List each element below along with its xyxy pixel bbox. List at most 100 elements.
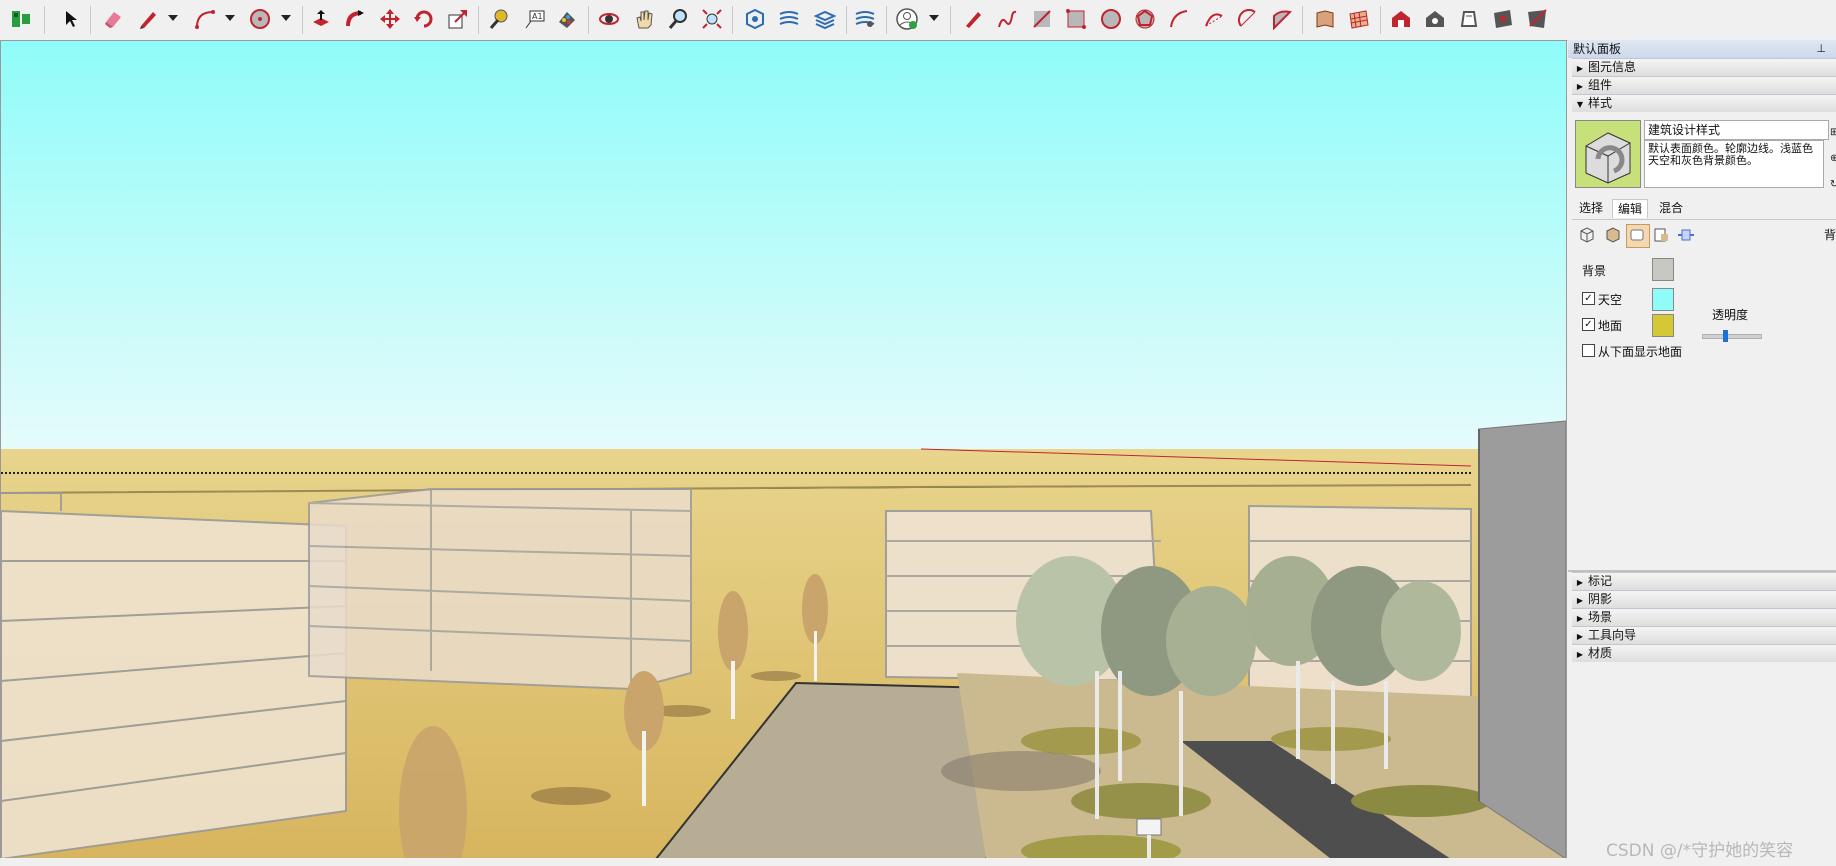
tray-shadows[interactable]: ▶ 阴影 bbox=[1572, 590, 1836, 608]
ground-label: 地面 bbox=[1598, 319, 1623, 333]
expand-arrow-icon: ▶ bbox=[1576, 596, 1584, 605]
building-mid-left bbox=[308, 488, 692, 691]
pushpull-icon[interactable] bbox=[308, 6, 334, 32]
model-viewport[interactable] bbox=[0, 40, 1567, 860]
tray-styles[interactable]: ▼ 样式 bbox=[1572, 94, 1836, 112]
pencil-dropdown-icon[interactable] bbox=[168, 15, 178, 21]
scale-icon[interactable] bbox=[445, 6, 471, 32]
tray-components[interactable]: ▶ 组件 bbox=[1572, 76, 1836, 94]
pin-icon[interactable]: ⊥ bbox=[1816, 40, 1826, 58]
tray-label: 样式 bbox=[1588, 96, 1613, 110]
tape-icon[interactable] bbox=[486, 6, 512, 32]
component-icon[interactable] bbox=[8, 6, 34, 32]
sky-color-swatch[interactable] bbox=[1652, 288, 1674, 311]
bottom-trays: ▶ 标记 ▶ 阴影 ▶ 场景 ▶ 工具向导 ▶ 材质 bbox=[1568, 570, 1836, 662]
tray-label: 组件 bbox=[1588, 78, 1613, 92]
show-ground-below-checkbox[interactable] bbox=[1582, 344, 1595, 357]
sandbox-settings-icon[interactable] bbox=[852, 6, 878, 32]
rotated-rectangle-icon[interactable] bbox=[1063, 6, 1089, 32]
select-icon[interactable] bbox=[58, 6, 84, 32]
text-icon[interactable]: A1 bbox=[522, 6, 548, 32]
styles-content: 建筑设计样式 默认表面颜色。轮廓边线。浅蓝色天空和灰色背景颜色。 ⊞ ⊕ ↻ 选择 … bbox=[1572, 118, 1836, 598]
tray-label: 图元信息 bbox=[1588, 60, 1637, 74]
three-point-arc-icon[interactable] bbox=[1201, 6, 1227, 32]
account-icon[interactable] bbox=[894, 6, 920, 32]
photo-texture-icon[interactable] bbox=[1490, 6, 1516, 32]
building-grey bbox=[1478, 420, 1566, 859]
pie-fill-icon[interactable] bbox=[1268, 6, 1294, 32]
warehouse-icon[interactable] bbox=[1388, 6, 1414, 32]
ground-checkbox[interactable]: ✓ bbox=[1582, 318, 1595, 331]
tray-label: 工具向导 bbox=[1588, 628, 1637, 642]
two-point-arc-icon[interactable] bbox=[1166, 6, 1192, 32]
share-model-icon[interactable] bbox=[1456, 6, 1482, 32]
pencil-icon[interactable] bbox=[135, 6, 161, 32]
sandbox-contours-icon[interactable] bbox=[742, 6, 768, 32]
zoom-icon[interactable] bbox=[665, 6, 691, 32]
tray-instructor[interactable]: ▶ 工具向导 bbox=[1572, 626, 1836, 644]
circle-tool-icon[interactable] bbox=[1098, 6, 1124, 32]
tray-label: 材质 bbox=[1588, 646, 1613, 660]
tab-edit[interactable]: 编辑 bbox=[1612, 199, 1649, 218]
tab-select[interactable]: 选择 bbox=[1574, 199, 1608, 217]
sandbox-scratch-icon[interactable] bbox=[776, 6, 802, 32]
collapse-arrow-icon: ▼ bbox=[1576, 100, 1584, 109]
expand-arrow-icon: ▶ bbox=[1576, 82, 1584, 91]
sky-label: 天空 bbox=[1598, 293, 1623, 307]
tray-entity-info[interactable]: ▶ 图元信息 bbox=[1572, 58, 1836, 76]
circle-icon[interactable] bbox=[247, 6, 273, 32]
paint-icon[interactable] bbox=[554, 6, 580, 32]
background-color-swatch[interactable] bbox=[1652, 258, 1674, 281]
transparency-slider-thumb[interactable] bbox=[1723, 330, 1728, 342]
svg-text:A1: A1 bbox=[532, 12, 543, 21]
layout-book-icon[interactable] bbox=[1312, 6, 1338, 32]
followme-icon[interactable] bbox=[342, 6, 368, 32]
expand-arrow-icon: ▶ bbox=[1576, 64, 1584, 73]
modeling-settings-icon[interactable] bbox=[1676, 226, 1696, 244]
style-side-icons[interactable]: ⊞ ⊕ ↻ bbox=[1830, 120, 1836, 198]
zoom-extents-icon[interactable] bbox=[699, 6, 725, 32]
truncated-label: 背 bbox=[1824, 228, 1836, 242]
tray-tags[interactable]: ▶ 标记 bbox=[1572, 572, 1836, 590]
expand-arrow-icon: ▶ bbox=[1576, 632, 1584, 641]
background-settings-icon[interactable] bbox=[1626, 224, 1650, 248]
add-location-icon[interactable] bbox=[1524, 6, 1550, 32]
rectangle-icon[interactable] bbox=[1029, 6, 1055, 32]
polygon-icon[interactable] bbox=[1132, 6, 1158, 32]
sandbox-stamp-icon[interactable] bbox=[812, 6, 838, 32]
tray-scenes[interactable]: ▶ 场景 bbox=[1572, 608, 1836, 626]
orbit-icon[interactable] bbox=[596, 6, 622, 32]
default-tray: 默认面板 ⊥ ▶ 图元信息 ▶ 组件 ▼ 样式 建筑设计样式 默认表面颜色。轮廓边线。… bbox=[1568, 40, 1836, 866]
panel-title: 默认面板 ⊥ bbox=[1568, 40, 1836, 58]
pie-icon[interactable] bbox=[1235, 6, 1261, 32]
arc-dropdown-icon[interactable] bbox=[225, 15, 235, 21]
extension-warehouse-icon[interactable] bbox=[1422, 6, 1448, 32]
ground-color-swatch[interactable] bbox=[1652, 314, 1674, 337]
move-icon[interactable] bbox=[377, 6, 403, 32]
tab-mix[interactable]: 混合 bbox=[1654, 199, 1688, 217]
pan-icon[interactable] bbox=[631, 6, 657, 32]
line-icon[interactable] bbox=[960, 6, 986, 32]
watermark-text: CSDN @/*守护她的笑容 bbox=[1606, 841, 1794, 861]
circle-dropdown-icon[interactable] bbox=[281, 15, 291, 21]
eraser-icon[interactable] bbox=[100, 6, 126, 32]
style-name-field[interactable]: 建筑设计样式 bbox=[1644, 120, 1829, 140]
face-settings-icon[interactable] bbox=[1604, 226, 1624, 244]
tree-tan-2 bbox=[718, 591, 748, 671]
sky-checkbox[interactable]: ✓ bbox=[1582, 292, 1595, 305]
edge-settings-icon[interactable] bbox=[1578, 226, 1598, 244]
tray-materials[interactable]: ▶ 材质 bbox=[1572, 644, 1836, 662]
show-ground-below-label: 从下面显示地面 bbox=[1598, 345, 1683, 359]
transparency-slider[interactable] bbox=[1702, 330, 1762, 342]
grid-icon[interactable] bbox=[1346, 6, 1372, 32]
panel-title-text: 默认面板 bbox=[1573, 42, 1622, 56]
account-dropdown-icon[interactable] bbox=[929, 15, 939, 21]
style-thumbnail-icon[interactable] bbox=[1575, 120, 1641, 188]
watermark-settings-icon[interactable] bbox=[1652, 226, 1672, 244]
style-tabs: 选择 编辑 混合 bbox=[1572, 199, 1836, 220]
style-description-field[interactable]: 默认表面颜色。轮廓边线。浅蓝色天空和灰色背景颜色。 bbox=[1644, 140, 1824, 188]
arc-icon[interactable] bbox=[192, 6, 218, 32]
rotate-icon[interactable] bbox=[411, 6, 437, 32]
freehand-icon[interactable] bbox=[994, 6, 1020, 32]
tray-label: 阴影 bbox=[1588, 592, 1613, 606]
